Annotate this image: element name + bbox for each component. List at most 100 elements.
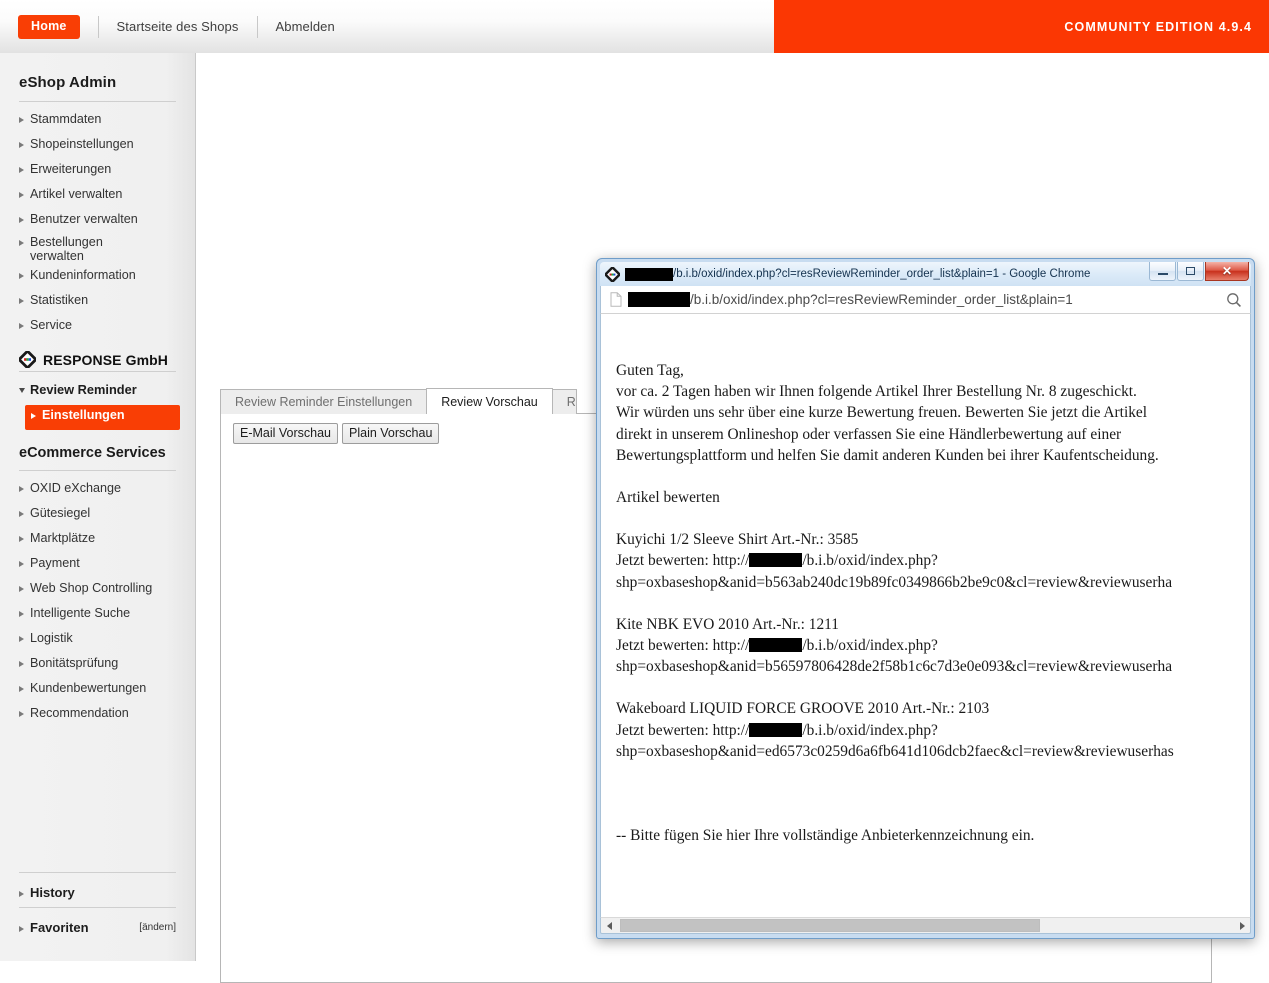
chevron-right-icon xyxy=(31,412,42,427)
divider xyxy=(19,907,176,908)
url-text: /b.i.b/oxid/index.php?cl=resReviewRemind… xyxy=(628,292,1226,307)
sidebar-item-erweiterungen[interactable]: Erweiterungen xyxy=(19,159,176,184)
scrollbar-track[interactable] xyxy=(617,918,1234,933)
brand-row: RESPONSE GmbH xyxy=(19,340,176,371)
sidebar-item-logistik[interactable]: Logistik xyxy=(19,628,176,653)
chevron-right-icon xyxy=(19,635,30,650)
email-item-query: shp=oxbaseshop&anid=ed6573c0259d6a6fb641… xyxy=(616,741,1250,762)
shop-home-link[interactable]: Startseite des Shops xyxy=(117,19,239,34)
divider xyxy=(98,16,99,38)
sidebar-item-label: Benutzer verwalten xyxy=(30,212,176,227)
chevron-right-icon xyxy=(19,116,30,131)
rate-suffix: /b.i.b/oxid/index.php? xyxy=(802,637,938,654)
sidebar-item-review-reminder[interactable]: Review Reminder xyxy=(19,379,176,404)
chevron-right-icon xyxy=(19,240,30,254)
redaction-block xyxy=(749,553,802,567)
sidebar-item-label: Bestellungen verwalten xyxy=(30,236,150,263)
email-item-link-line: Jetzt bewerten: http:///b.i.b/oxid/index… xyxy=(616,720,1250,741)
rate-prefix: Jetzt bewerten: http:// xyxy=(616,637,749,654)
sidebar-item-recommendation[interactable]: Recommendation xyxy=(19,703,176,728)
maximize-icon xyxy=(1186,267,1195,275)
horizontal-scrollbar[interactable] xyxy=(600,917,1251,934)
zoom-icon[interactable] xyxy=(1226,292,1242,308)
rate-prefix: Jetzt bewerten: http:// xyxy=(616,552,749,569)
sidebar-bottom: History Favoriten [ändern] xyxy=(19,872,176,942)
scroll-right-arrow-icon[interactable] xyxy=(1234,918,1250,933)
close-button[interactable]: ✕ xyxy=(1205,262,1249,281)
logout-link[interactable]: Abmelden xyxy=(276,19,335,34)
sidebar-item-label: Einstellungen xyxy=(42,408,180,423)
email-item-query: shp=oxbaseshop&anid=b56597806428de2f58b1… xyxy=(616,656,1250,677)
sidebar-item-label: Erweiterungen xyxy=(30,162,176,177)
sidebar-item-benutzer-verwalten[interactable]: Benutzer verwalten xyxy=(19,209,176,234)
email-line-2: Wir würden uns sehr über eine kurze Bewe… xyxy=(616,402,1250,423)
favorites-edit-link[interactable]: [ändern] xyxy=(139,922,176,933)
minimize-icon xyxy=(1158,273,1168,275)
sidebar-item-label: Logistik xyxy=(30,631,176,646)
tab-review-vorschau[interactable]: Review Vorschau xyxy=(426,388,553,414)
email-item-query: shp=oxbaseshop&anid=b563ab240dc19b89fc03… xyxy=(616,572,1250,593)
home-button[interactable]: Home xyxy=(18,15,80,39)
sidebar-item-guetesiegel[interactable]: Gütesiegel xyxy=(19,503,176,528)
sidebar-item-artikel-verwalten[interactable]: Artikel verwalten xyxy=(19,184,176,209)
tab-review-third[interactable]: R xyxy=(552,389,577,414)
email-greeting: Guten Tag, xyxy=(616,360,1250,381)
sidebar-item-label: Stammdaten xyxy=(30,112,176,127)
sidebar-item-bestellungen-verwalten[interactable]: Bestellungen verwalten xyxy=(19,234,176,265)
spacer xyxy=(616,593,1250,614)
email-preview-body: Guten Tag, vor ca. 2 Tagen haben wir Ihn… xyxy=(616,360,1250,846)
scrollbar-thumb[interactable] xyxy=(620,919,1040,932)
plain-vorschau-button[interactable]: Plain Vorschau xyxy=(342,423,439,444)
oxid-favicon-icon xyxy=(605,267,620,282)
sidebar-item-history[interactable]: History xyxy=(19,878,176,907)
sidebar-item-kundenbewertungen[interactable]: Kundenbewertungen xyxy=(19,678,176,703)
sidebar-item-label: Kundenbewertungen xyxy=(30,681,176,696)
sidebar-item-web-shop-controlling[interactable]: Web Shop Controlling xyxy=(19,578,176,603)
rate-suffix: /b.i.b/oxid/index.php? xyxy=(802,552,938,569)
chevron-right-icon xyxy=(19,610,30,625)
sidebar-item-label: Bonitätsprüfung xyxy=(30,656,176,671)
sidebar-item-label: Statistiken xyxy=(30,293,176,308)
sidebar-item-shopeinstellungen[interactable]: Shopeinstellungen xyxy=(19,134,176,159)
address-bar[interactable]: /b.i.b/oxid/index.php?cl=resReviewRemind… xyxy=(600,286,1251,314)
sidebar-item-intelligente-suche[interactable]: Intelligente Suche xyxy=(19,603,176,628)
chevron-right-icon xyxy=(19,685,30,700)
chevron-right-icon xyxy=(19,885,30,900)
sidebar-item-bonitaetspruefung[interactable]: Bonitätsprüfung xyxy=(19,653,176,678)
sidebar-item-payment[interactable]: Payment xyxy=(19,553,176,578)
sidebar-item-label: Favoriten xyxy=(30,920,139,935)
main-content: Review Reminder Einstellungen Review Vor… xyxy=(197,53,1269,961)
sidebar-item-label: Gütesiegel xyxy=(30,506,176,521)
minimize-button[interactable] xyxy=(1149,262,1176,281)
sidebar-item-label: Artikel verwalten xyxy=(30,187,176,202)
sidebar-item-service[interactable]: Service xyxy=(19,315,176,340)
tab-review-reminder-einstellungen[interactable]: Review Reminder Einstellungen xyxy=(220,389,427,414)
sidebar-item-statistiken[interactable]: Statistiken xyxy=(19,290,176,315)
email-item-link-line: Jetzt bewerten: http:// /b.i.b/oxid/index… xyxy=(616,635,1250,656)
edition-label: COMMUNITY EDITION 4.9.4 xyxy=(1064,20,1252,34)
tab-strip: Review Reminder Einstellungen Review Vor… xyxy=(220,388,576,414)
chevron-right-icon xyxy=(19,535,30,550)
sidebar-item-einstellungen[interactable]: Einstellungen xyxy=(25,405,180,430)
page-content: Guten Tag, vor ca. 2 Tagen haben wir Ihn… xyxy=(600,314,1251,917)
chevron-right-icon xyxy=(19,560,30,575)
email-item-title: Kite NBK EVO 2010 Art.-Nr.: 1211 xyxy=(616,614,1250,635)
scroll-left-arrow-icon[interactable] xyxy=(601,918,617,933)
sidebar-item-oxid-exchange[interactable]: OXID eXchange xyxy=(19,478,176,503)
sidebar-item-stammdaten[interactable]: Stammdaten xyxy=(19,109,176,134)
window-titlebar[interactable]: /b.i.b/oxid/index.php?cl=resReviewRemind… xyxy=(600,262,1251,286)
divider xyxy=(19,371,176,372)
email-vorschau-button[interactable]: E-Mail Vorschau xyxy=(233,423,338,444)
sidebar-item-kundeninformation[interactable]: Kundeninformation xyxy=(19,265,176,290)
maximize-button[interactable] xyxy=(1177,262,1204,281)
window-controls: ✕ xyxy=(1148,262,1249,281)
email-footer: -- Bitte fügen Sie hier Ihre vollständig… xyxy=(616,825,1250,846)
email-section-heading: Artikel bewerten xyxy=(616,487,1250,508)
divider xyxy=(19,101,176,102)
window-title: /b.i.b/oxid/index.php?cl=resReviewRemind… xyxy=(625,268,1090,281)
sidebar-item-label: Shopeinstellungen xyxy=(30,137,176,152)
chrome-browser-window[interactable]: /b.i.b/oxid/index.php?cl=resReviewRemind… xyxy=(596,258,1255,939)
sidebar-item-favoriten[interactable]: Favoriten [ändern] xyxy=(19,913,176,942)
sidebar-item-marktplaetze[interactable]: Marktplätze xyxy=(19,528,176,553)
sidebar-title: eShop Admin xyxy=(19,53,176,101)
